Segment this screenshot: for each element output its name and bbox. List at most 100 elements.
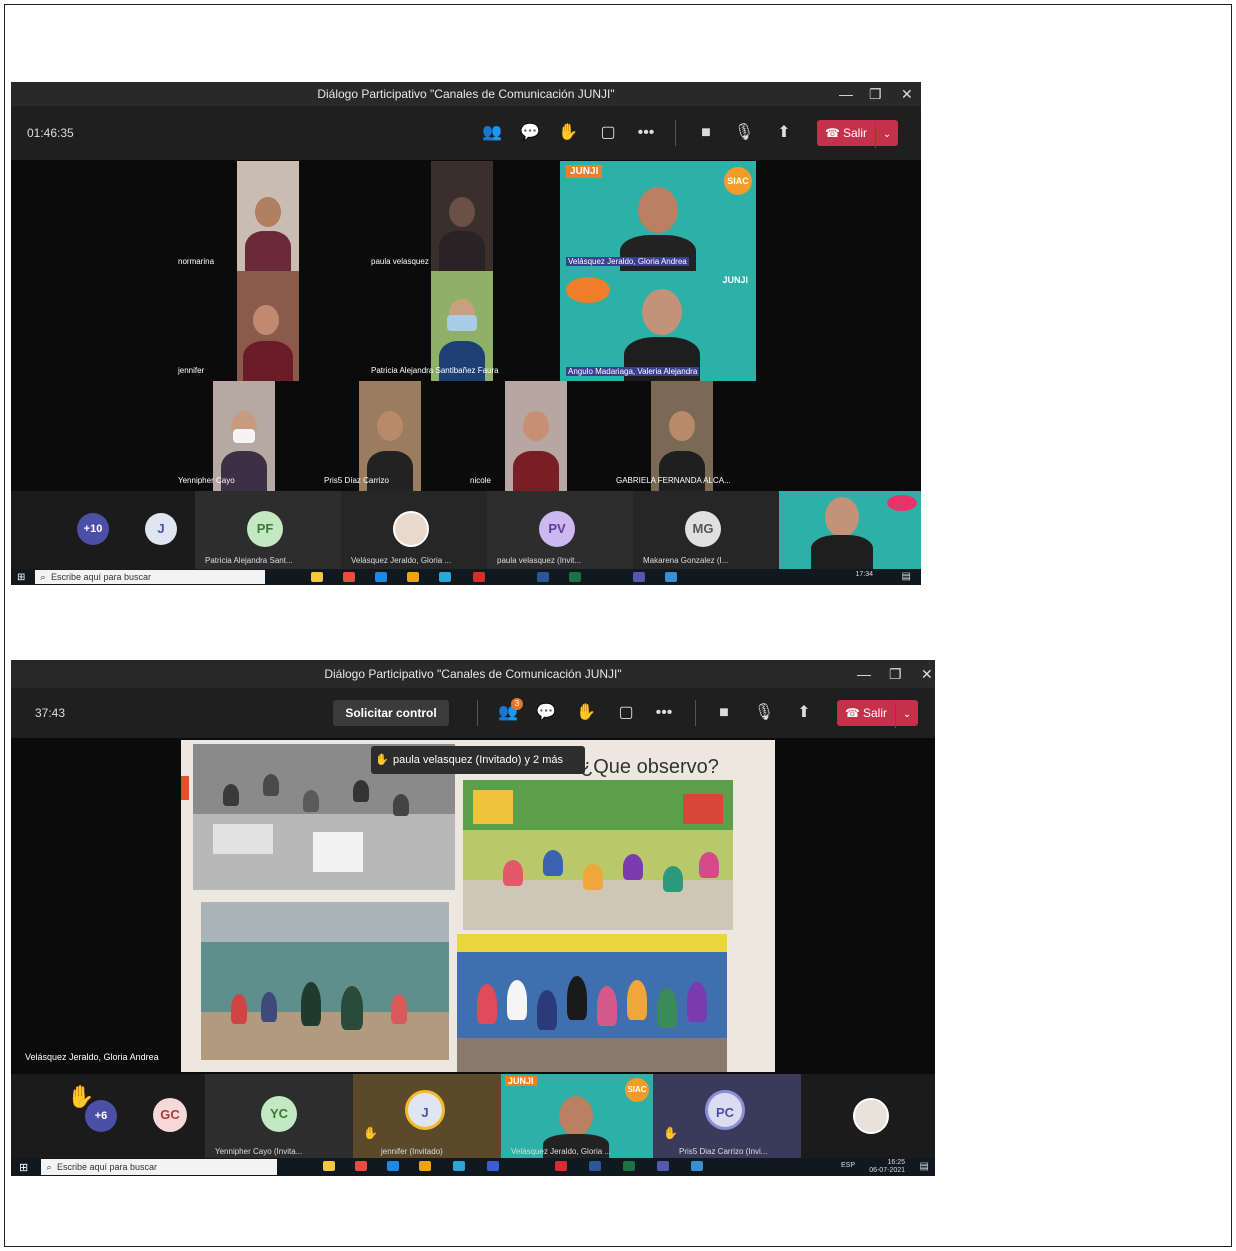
participant-name: normarina (178, 257, 215, 266)
chat-icon[interactable]: 💬 (519, 122, 541, 144)
participant-photo (393, 511, 429, 547)
toolbar-divider (695, 700, 696, 726)
search-icon: ⌕ (40, 572, 46, 582)
participant-tile[interactable]: PF Patricia Alejandra Sant... (195, 491, 341, 569)
presenter-name: Velásquez Jeraldo, Gloria Andrea (25, 1052, 159, 1062)
taskbar-language[interactable]: ESP (841, 1162, 855, 1169)
chat-icon[interactable]: 💬 (535, 702, 557, 724)
taskbar-search[interactable]: ⌕ Escribe aquí para buscar (41, 1159, 277, 1175)
self-avatar-photo[interactable] (853, 1098, 889, 1134)
video-tile (431, 161, 493, 271)
participant-avatar[interactable]: GC (153, 1098, 187, 1132)
more-actions-icon[interactable]: ••• (635, 122, 657, 144)
leave-button[interactable]: ☎ Salir ⌄ (837, 700, 919, 728)
camera-off-icon[interactable]: ■ (713, 702, 735, 724)
taskbar-app-icon[interactable] (691, 1161, 703, 1171)
reactions-icon[interactable]: ✋ (557, 122, 579, 144)
share-screen-icon[interactable]: ⬆ (773, 122, 795, 144)
meeting-timer: 37:43 (35, 706, 66, 720)
junji-logo: JUNJI (722, 275, 748, 285)
meeting-timer: 01:46:35 (27, 126, 74, 140)
more-participants-badge[interactable]: +6 (85, 1100, 117, 1132)
close-icon[interactable]: ✕ (901, 82, 913, 106)
raised-hand-icon: ✋ (363, 1126, 378, 1140)
participants-icon[interactable]: 👥 (481, 122, 503, 144)
rooms-icon[interactable]: ▢ (597, 122, 619, 144)
participant-name: Velásquez Jeraldo, Gloria ... (351, 556, 452, 565)
participant-avatar: J (405, 1090, 445, 1130)
presenter-video-tile[interactable]: JUNJI SIAC Velásquez Jeraldo, Gloria ... (501, 1074, 653, 1160)
taskbar-app-icon[interactable] (589, 1161, 601, 1171)
slide-photo-classroom-color (463, 780, 733, 930)
participant-name: nicole (470, 476, 491, 485)
taskbar-app-icon[interactable] (323, 1161, 335, 1171)
participants-badge (566, 277, 610, 303)
more-participants-badge[interactable]: +10 (77, 513, 109, 545)
taskbar-clock: 16:25 06-07-2021 (869, 1159, 905, 1175)
participant-tile[interactable]: YC Yennipher Cayo (Invita... (205, 1074, 353, 1160)
restore-icon[interactable]: ❐ (889, 660, 902, 684)
taskbar-app-icon[interactable] (555, 1161, 567, 1171)
taskbar-app-icon[interactable] (453, 1161, 465, 1171)
notifications-icon[interactable]: ▤ (902, 571, 911, 582)
phone-hangup-icon: ☎ (825, 126, 840, 140)
taskbar-app-icon[interactable] (569, 572, 581, 582)
taskbar-app-icon[interactable] (623, 1161, 635, 1171)
participant-tile[interactable]: Velásquez Jeraldo, Gloria ... (341, 491, 487, 569)
taskbar-app-icon[interactable] (311, 572, 323, 582)
request-control-button[interactable]: Solicitar control (333, 700, 449, 726)
camera-icon[interactable]: ■ (695, 122, 717, 144)
meeting-toolbar: 01:46:35 👥 💬 ✋ ▢ ••• ■ 🎙 ⬆ ☎ Salir ⌄ (11, 106, 921, 160)
participant-tile[interactable]: PV paula velasquez (Invit... (487, 491, 633, 569)
chevron-down-icon[interactable]: ⌄ (875, 122, 898, 148)
raised-hands-notification[interactable]: ✋ paula velasquez (Invitado) y 2 más (371, 746, 585, 774)
notifications-icon[interactable]: ▤ (920, 1161, 929, 1172)
windows-start-icon[interactable]: ⊞ (17, 572, 25, 583)
chevron-down-icon[interactable]: ⌄ (895, 702, 918, 728)
restore-icon[interactable]: ❐ (869, 82, 882, 106)
share-screen-icon[interactable]: ⬆ (793, 702, 815, 724)
reactions-icon[interactable]: ✋ (575, 702, 597, 724)
minimize-icon[interactable]: — (857, 660, 871, 684)
participant-tile[interactable]: ✋ PC Pris5 Diaz Carrizo (Invi... (653, 1074, 801, 1160)
leave-button[interactable]: ☎ Salir ⌄ (817, 120, 899, 148)
taskbar-app-icon[interactable] (355, 1161, 367, 1171)
participant-name: Patricia Alejandra Santibañez Faura (371, 366, 499, 375)
toolbar-divider (675, 120, 676, 146)
taskbar-app-icon[interactable] (487, 1161, 499, 1171)
microphone-icon[interactable]: 🎙 (733, 122, 755, 144)
rooms-icon[interactable]: ▢ (615, 702, 637, 724)
taskbar-app-icon[interactable] (537, 572, 549, 582)
more-actions-icon[interactable]: ••• (653, 702, 675, 724)
participant-name: Yennipher Cayo (178, 476, 235, 485)
taskbar-app-icon[interactable] (665, 572, 677, 582)
microphone-off-icon[interactable]: 🎙 (753, 702, 775, 724)
taskbar-app-icon[interactable] (343, 572, 355, 582)
junji-logo: JUNJI (505, 1076, 537, 1086)
taskbar-app-icon[interactable] (375, 572, 387, 582)
windows-taskbar: ⊞ ⌕ Escribe aquí para buscar ESP 16:25 06… (11, 1158, 935, 1176)
taskbar-app-icon[interactable] (439, 572, 451, 582)
self-video-tile[interactable] (779, 491, 921, 569)
minimize-icon[interactable]: — (839, 82, 853, 106)
close-icon[interactable]: ✕ (921, 660, 933, 684)
participant-tile[interactable]: MG Makarena Gonzalez (I... (633, 491, 779, 569)
windows-start-icon[interactable]: ⊞ (19, 1161, 28, 1174)
participant-tile[interactable]: ✋ J jennifer (Invitado) (353, 1074, 501, 1160)
participant-avatar[interactable]: J (145, 513, 177, 545)
taskbar-date: 06-07-2021 (869, 1167, 905, 1174)
taskbar-app-icon[interactable] (419, 1161, 431, 1171)
video-tile (213, 381, 275, 491)
participant-avatar: PF (247, 511, 283, 547)
taskbar-app-icon[interactable] (407, 572, 419, 582)
taskbar-search[interactable]: ⌕ Escribe aquí para buscar (35, 570, 265, 584)
phone-hangup-icon: ☎ (845, 706, 860, 720)
taskbar-app-icon[interactable] (473, 572, 485, 582)
participant-name: paula velasquez (371, 257, 429, 266)
search-icon: ⌕ (46, 1162, 52, 1172)
teams-meeting-screenshot-2: Diálogo Participativo "Canales de Comuni… (11, 660, 935, 1176)
taskbar-app-icon[interactable] (633, 572, 645, 582)
taskbar-app-icon[interactable] (657, 1161, 669, 1171)
orange-accent-bar (181, 776, 189, 800)
taskbar-app-icon[interactable] (387, 1161, 399, 1171)
